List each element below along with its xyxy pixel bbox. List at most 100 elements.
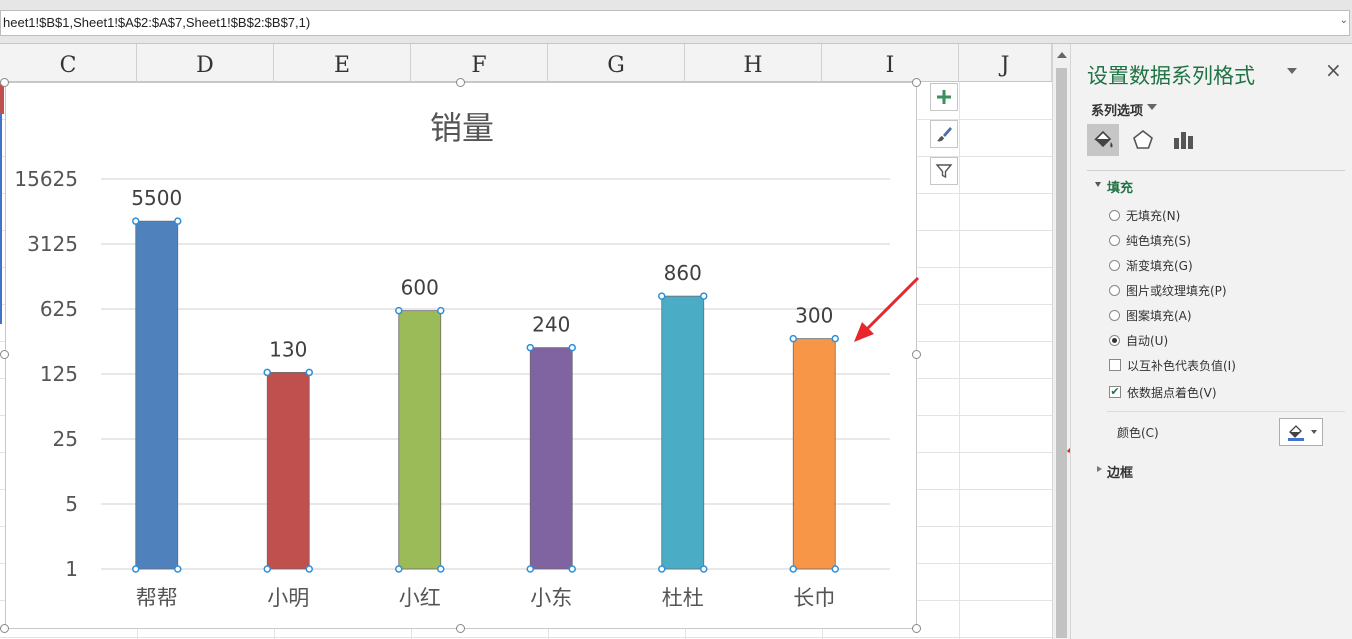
collapse-triangle-icon[interactable] [1095, 182, 1101, 187]
tab-effects[interactable] [1127, 124, 1159, 156]
data-point-handle [658, 292, 666, 300]
paint-bucket-icon [1094, 130, 1113, 148]
bar-1[interactable] [135, 220, 179, 570]
data-point-handle [526, 343, 534, 352]
radio-button[interactable] [1109, 284, 1120, 296]
chart-resize-handle[interactable] [912, 350, 921, 359]
filter-icon [935, 164, 953, 179]
data-point-handle [700, 565, 708, 573]
data-point-handle [526, 565, 534, 573]
fill-option-none[interactable]: 无填充(N) [1109, 206, 1180, 224]
data-point-handle [568, 565, 576, 573]
fill-option-pattern[interactable]: 图案填充(A) [1109, 306, 1192, 324]
tab-fill-line[interactable] [1087, 124, 1119, 156]
radio-button[interactable] [1109, 309, 1120, 321]
fill-color-button[interactable] [1279, 418, 1323, 446]
expand-triangle-icon[interactable] [1097, 466, 1102, 472]
category-label: 小东 [530, 586, 572, 610]
data-label: 860 [664, 261, 702, 285]
border-section-header[interactable]: 边框 [1107, 462, 1133, 481]
bar-3[interactable] [398, 310, 442, 570]
brush-icon [937, 127, 952, 142]
checkbox-checked[interactable]: ✔ [1109, 386, 1121, 398]
category-label: 小红 [399, 586, 441, 610]
invert-if-negative-option[interactable]: 以互补色代表负值(I) [1109, 356, 1236, 374]
pane-divider [1107, 411, 1345, 412]
vertical-scrollbar[interactable] [1052, 44, 1070, 639]
close-icon[interactable]: × [1325, 58, 1342, 82]
chart-elements-button[interactable] [930, 83, 958, 111]
chart-styles-button[interactable] [930, 120, 958, 148]
chart-resize-handle[interactable] [0, 350, 9, 359]
column-header-d[interactable]: D [137, 44, 274, 82]
option-label: 渐变填充(G) [1126, 258, 1193, 273]
chevron-down-icon[interactable] [1147, 104, 1157, 110]
chart-resize-handle[interactable] [0, 78, 9, 87]
chart-resize-handle[interactable] [912, 78, 921, 87]
data-point-handle [789, 565, 797, 573]
data-label: 5500 [131, 186, 182, 210]
bar-4[interactable] [529, 347, 573, 570]
column-header-c[interactable]: C [0, 44, 137, 82]
formula-expand-icon[interactable]: ⌄ [1340, 15, 1348, 26]
radio-button[interactable] [1109, 209, 1120, 221]
column-header-j[interactable]: J [959, 44, 1052, 82]
chart-resize-handle[interactable] [0, 624, 9, 633]
fill-option-solid[interactable]: 纯色填充(S) [1109, 231, 1191, 249]
bar-chart-icon [1174, 132, 1193, 149]
category-label: 长巾 [793, 586, 835, 610]
column-header-row: CDEFGHIJ [0, 44, 1052, 82]
bar-2[interactable] [266, 372, 310, 570]
radio-button[interactable] [1109, 259, 1120, 271]
fill-option-automatic[interactable]: 自动(U) [1109, 331, 1168, 349]
formula-input[interactable]: heet1!$B$1,Sheet1!$A$2:$A$7,Sheet1!$B$2:… [0, 10, 1350, 36]
chart-resize-handle[interactable] [456, 624, 465, 633]
y-tick-label: 5 [65, 492, 78, 516]
series-options-dropdown[interactable]: 系列选项 [1091, 100, 1143, 119]
scrollbar-thumb[interactable] [1056, 68, 1067, 638]
checkbox[interactable] [1109, 359, 1121, 371]
category-label: 帮帮 [136, 586, 178, 610]
category-label: 杜杜 [662, 586, 704, 610]
data-point-handle [395, 306, 403, 315]
y-tick-label: 125 [40, 362, 78, 386]
fill-section-header[interactable]: 填充 [1107, 177, 1133, 196]
data-point-handle [395, 565, 403, 573]
fill-option-gradient[interactable]: 渐变填充(G) [1109, 256, 1193, 274]
category-label: 小明 [267, 586, 309, 610]
data-point-handle [263, 565, 271, 573]
bar-6[interactable] [792, 338, 836, 570]
scroll-up-icon[interactable] [1057, 52, 1067, 58]
data-label: 600 [401, 276, 439, 300]
radio-button-selected[interactable] [1109, 334, 1120, 346]
data-point-handle [132, 565, 140, 573]
data-point-handle [174, 217, 182, 225]
column-header-h[interactable]: H [685, 44, 822, 82]
data-point-handle [437, 306, 445, 315]
chevron-down-icon[interactable] [1310, 430, 1317, 434]
pane-options-chevron-icon[interactable] [1287, 68, 1297, 74]
data-point-handle [658, 565, 666, 573]
chart-plot[interactable]: 1 5 25 125 625 3125 15625 5500 帮帮 130 小明 600 小红 240 小东… [6, 83, 918, 630]
column-header-i[interactable]: I [822, 44, 959, 82]
chart-resize-handle[interactable] [456, 78, 465, 87]
data-point-handle [437, 565, 445, 573]
column-header-e[interactable]: E [274, 44, 411, 82]
data-point-handle [132, 217, 140, 225]
bar-5[interactable] [661, 295, 705, 570]
radio-button[interactable] [1109, 234, 1120, 246]
data-point-handle [174, 565, 182, 573]
vary-colors-by-point-option[interactable]: ✔ 依数据点着色(V) [1109, 383, 1217, 401]
y-tick-label: 1 [65, 557, 78, 581]
grid-line [959, 82, 960, 639]
column-header-g[interactable]: G [548, 44, 685, 82]
formula-bar: heet1!$B$1,Sheet1!$A$2:$A$7,Sheet1!$B$2:… [0, 0, 1352, 44]
data-point-handle [305, 368, 313, 377]
chart-filters-button[interactable] [930, 157, 958, 185]
chart-resize-handle[interactable] [912, 624, 921, 633]
fill-option-picture[interactable]: 图片或纹理填充(P) [1109, 281, 1227, 299]
option-label: 依数据点着色(V) [1127, 385, 1217, 400]
tab-series-options[interactable] [1167, 124, 1199, 156]
column-header-f[interactable]: F [411, 44, 548, 82]
chart-area[interactable]: 销量 1 5 25 125 625 3125 15625 5500 帮帮 130 小明 600 小红 24… [5, 82, 917, 629]
